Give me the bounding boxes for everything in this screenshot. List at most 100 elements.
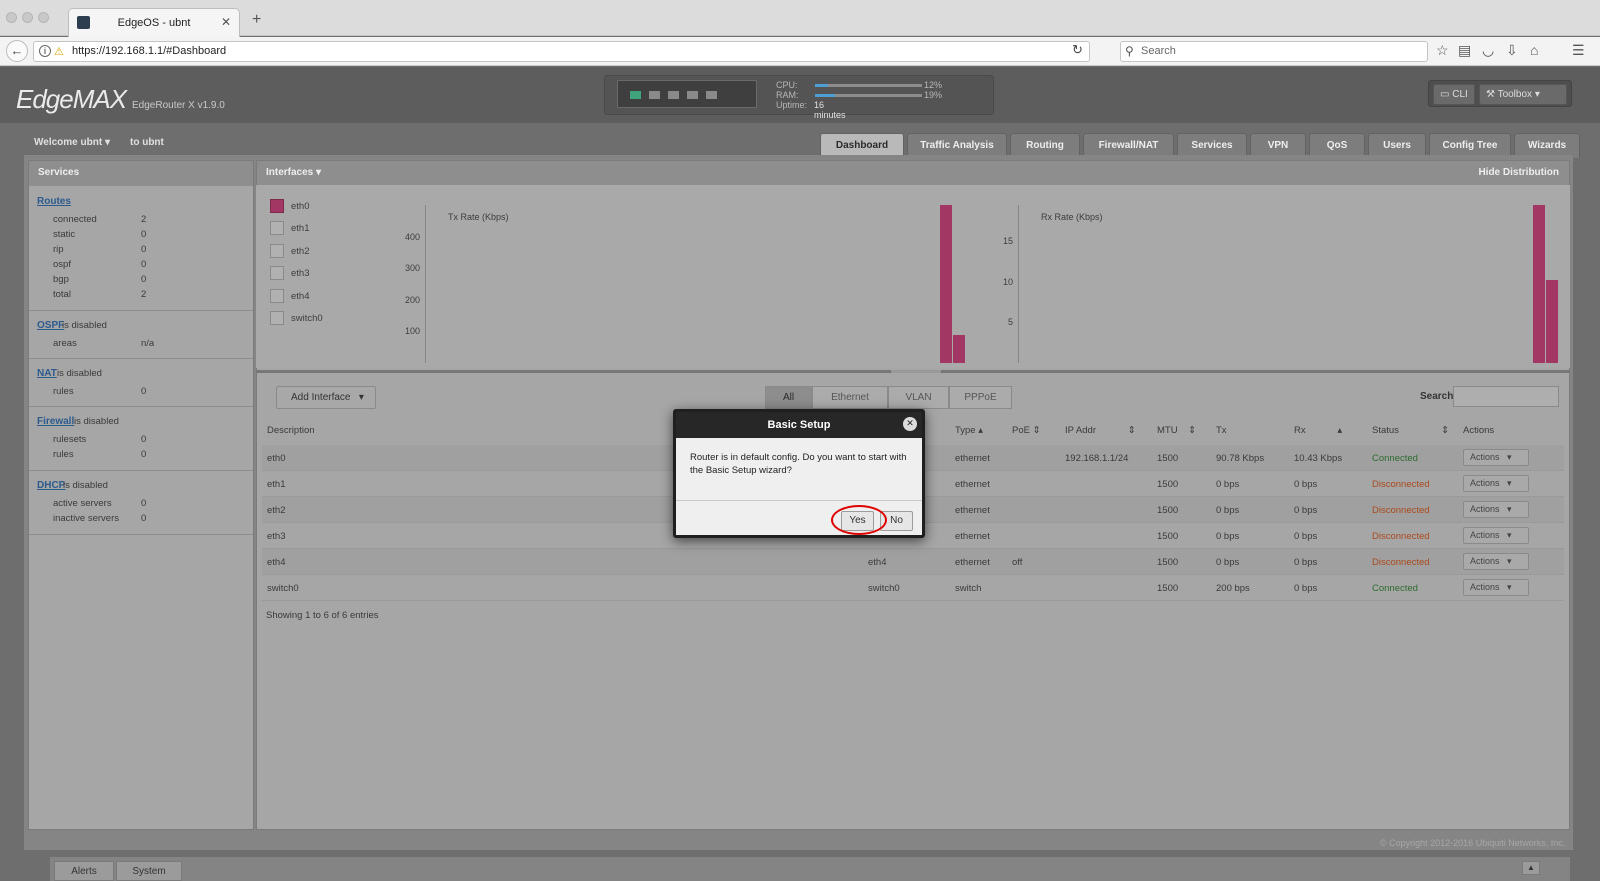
legend-eth4-checkbox[interactable]: [270, 289, 284, 303]
toolbox-label: Toolbox: [1497, 89, 1533, 100]
actions-button[interactable]: Actions ▾: [1463, 501, 1529, 518]
col-status[interactable]: Status ⇕: [1372, 425, 1449, 436]
table-row[interactable]: eth4 eth4 ethernet off 1500 0 bps 0 bps …: [262, 549, 1564, 575]
ram-value: 19%: [924, 90, 943, 100]
toolbox-button[interactable]: ⚒ Toolbox ▾: [1479, 84, 1567, 105]
chart-resize-handle[interactable]: [256, 370, 1570, 373]
header-tools: ▭ CLI ⚒ Toolbox ▾: [1428, 80, 1572, 107]
router-model: EdgeRouter X v1.9.0: [132, 100, 225, 111]
cell-rx: 0 bps: [1294, 583, 1318, 594]
firewall-link[interactable]: Firewall: [37, 416, 74, 427]
welcome-user-menu[interactable]: Welcome ubnt ▾: [34, 137, 110, 148]
expand-footer-icon[interactable]: ▲: [1522, 861, 1540, 875]
resize-grip[interactable]: [891, 370, 941, 373]
actions-button[interactable]: Actions ▾: [1463, 527, 1529, 544]
col-rx[interactable]: Rx ▴: [1294, 425, 1342, 436]
home-icon[interactable]: ⌂: [1530, 42, 1538, 58]
actions-button[interactable]: Actions ▾: [1463, 449, 1529, 466]
close-tab-icon[interactable]: ✕: [221, 15, 231, 29]
menu-icon[interactable]: ☰: [1572, 42, 1585, 59]
window-close-light[interactable]: [6, 12, 17, 23]
filter-pppoe[interactable]: PPPoE: [949, 386, 1012, 409]
col-mtu[interactable]: MTU ⇕: [1157, 425, 1196, 436]
reading-list-icon[interactable]: ▤: [1458, 42, 1471, 59]
col-poe[interactable]: PoE ⇕: [1012, 425, 1041, 436]
browser-tab[interactable]: EdgeOS - ubnt ✕: [68, 8, 240, 37]
firewall-rulesets-label: rulesets: [53, 434, 87, 445]
port-eth2-icon[interactable]: [668, 91, 679, 99]
col-tx[interactable]: Tx: [1216, 425, 1227, 436]
chevron-down-icon: ▾: [1507, 556, 1512, 566]
interfaces-dropdown[interactable]: Interfaces ▾: [266, 167, 321, 178]
legend-eth2-checkbox[interactable]: [270, 244, 284, 258]
lock-warning-icon[interactable]: ⚠: [54, 43, 64, 62]
filter-vlan[interactable]: VLAN: [888, 386, 949, 409]
dhcp-section: DHCP is disabled active servers 0 inacti…: [29, 471, 253, 535]
actions-button[interactable]: Actions ▾: [1463, 553, 1529, 570]
info-icon[interactable]: i: [39, 45, 51, 57]
copyright: © Copyright 2012-2016 Ubiquiti Networks,…: [1380, 838, 1566, 848]
chart-1-bar: [1546, 280, 1558, 363]
routes-total-label: total: [53, 289, 71, 300]
chart-1-y-tick: 10: [1002, 276, 1013, 287]
firewall-status: is disabled: [74, 416, 119, 427]
routes-connected-label: connected: [53, 214, 97, 225]
new-tab-icon[interactable]: +: [252, 11, 261, 29]
chevron-down-icon: ▾: [1507, 452, 1512, 462]
legend-switch0-checkbox[interactable]: [270, 311, 284, 325]
window-zoom-light[interactable]: [38, 12, 49, 23]
download-icon[interactable]: ⇩: [1506, 42, 1518, 59]
table-row[interactable]: switch0 switch0 switch 1500 200 bps 0 bp…: [262, 575, 1564, 601]
col-ip-addr[interactable]: IP Addr ⇕: [1065, 425, 1136, 436]
routes-ospf-label: ospf: [53, 259, 71, 270]
cell-tx: 0 bps: [1216, 505, 1240, 516]
url-bar[interactable]: i ⚠ https://192.168.1.1/#Dashboard: [33, 41, 1090, 62]
routes-section: Routes connected 2 static 0 rip 0 ospf 0…: [29, 187, 253, 311]
bookmark-star-icon[interactable]: ☆: [1436, 42, 1449, 59]
cli-label: CLI: [1452, 89, 1468, 100]
legend-eth0-checkbox[interactable]: [270, 199, 284, 213]
ospf-link[interactable]: OSPF: [37, 320, 64, 331]
pocket-icon[interactable]: ◡: [1482, 42, 1494, 59]
nat-link[interactable]: NAT: [37, 368, 57, 379]
system-tab[interactable]: System: [116, 861, 182, 881]
filter-all[interactable]: All: [765, 386, 812, 409]
port-eth1-icon[interactable]: [649, 91, 660, 99]
port-status: [617, 80, 757, 108]
chart-1-y-tick: 15: [1002, 236, 1013, 247]
cell-mtu: 1500: [1157, 453, 1179, 464]
search-icon: ⚲: [1125, 44, 1134, 58]
actions-button[interactable]: Actions ▾: [1463, 579, 1529, 596]
hide-distribution-link[interactable]: Hide Distribution: [1478, 161, 1559, 185]
legend-eth3-checkbox[interactable]: [270, 266, 284, 280]
status-badge: Disconnected: [1372, 557, 1430, 568]
legend-eth1-checkbox[interactable]: [270, 221, 284, 235]
filter-ethernet[interactable]: Ethernet: [812, 386, 888, 409]
actions-label: Actions: [1470, 478, 1500, 488]
col-type[interactable]: Type ▴: [955, 425, 983, 436]
port-eth4-icon[interactable]: [706, 91, 717, 99]
close-icon[interactable]: ✕: [903, 417, 917, 431]
table-search-input[interactable]: [1453, 386, 1559, 407]
browser-tab-bar: EdgeOS - ubnt ✕ +: [0, 0, 1600, 37]
port-eth0-icon[interactable]: [630, 91, 641, 99]
window-minimize-light[interactable]: [22, 12, 33, 23]
alerts-tab[interactable]: Alerts: [54, 861, 114, 881]
cli-button[interactable]: ▭ CLI: [1433, 84, 1475, 105]
back-icon[interactable]: ←: [6, 40, 28, 62]
browser-search-input[interactable]: ⚲ Search: [1120, 41, 1428, 62]
actions-button[interactable]: Actions ▾: [1463, 475, 1529, 492]
ram-bar-fill: [815, 94, 836, 97]
dhcp-inactive-label: inactive servers: [53, 513, 119, 524]
reload-icon[interactable]: ↻: [1072, 42, 1083, 58]
dialog-message: Router is in default config. Do you want…: [690, 452, 907, 476]
cell-mtu: 1500: [1157, 479, 1179, 490]
dhcp-link[interactable]: DHCP: [37, 480, 65, 491]
col-description[interactable]: Description: [267, 425, 315, 436]
add-interface-button[interactable]: Add Interface ▾: [276, 386, 376, 409]
port-eth3-icon[interactable]: [687, 91, 698, 99]
cell-tx: 200 bps: [1216, 583, 1250, 594]
cell-ip: 192.168.1.1/24: [1065, 453, 1129, 464]
routes-static-value: 0: [141, 229, 147, 240]
routes-link[interactable]: Routes: [37, 196, 71, 207]
